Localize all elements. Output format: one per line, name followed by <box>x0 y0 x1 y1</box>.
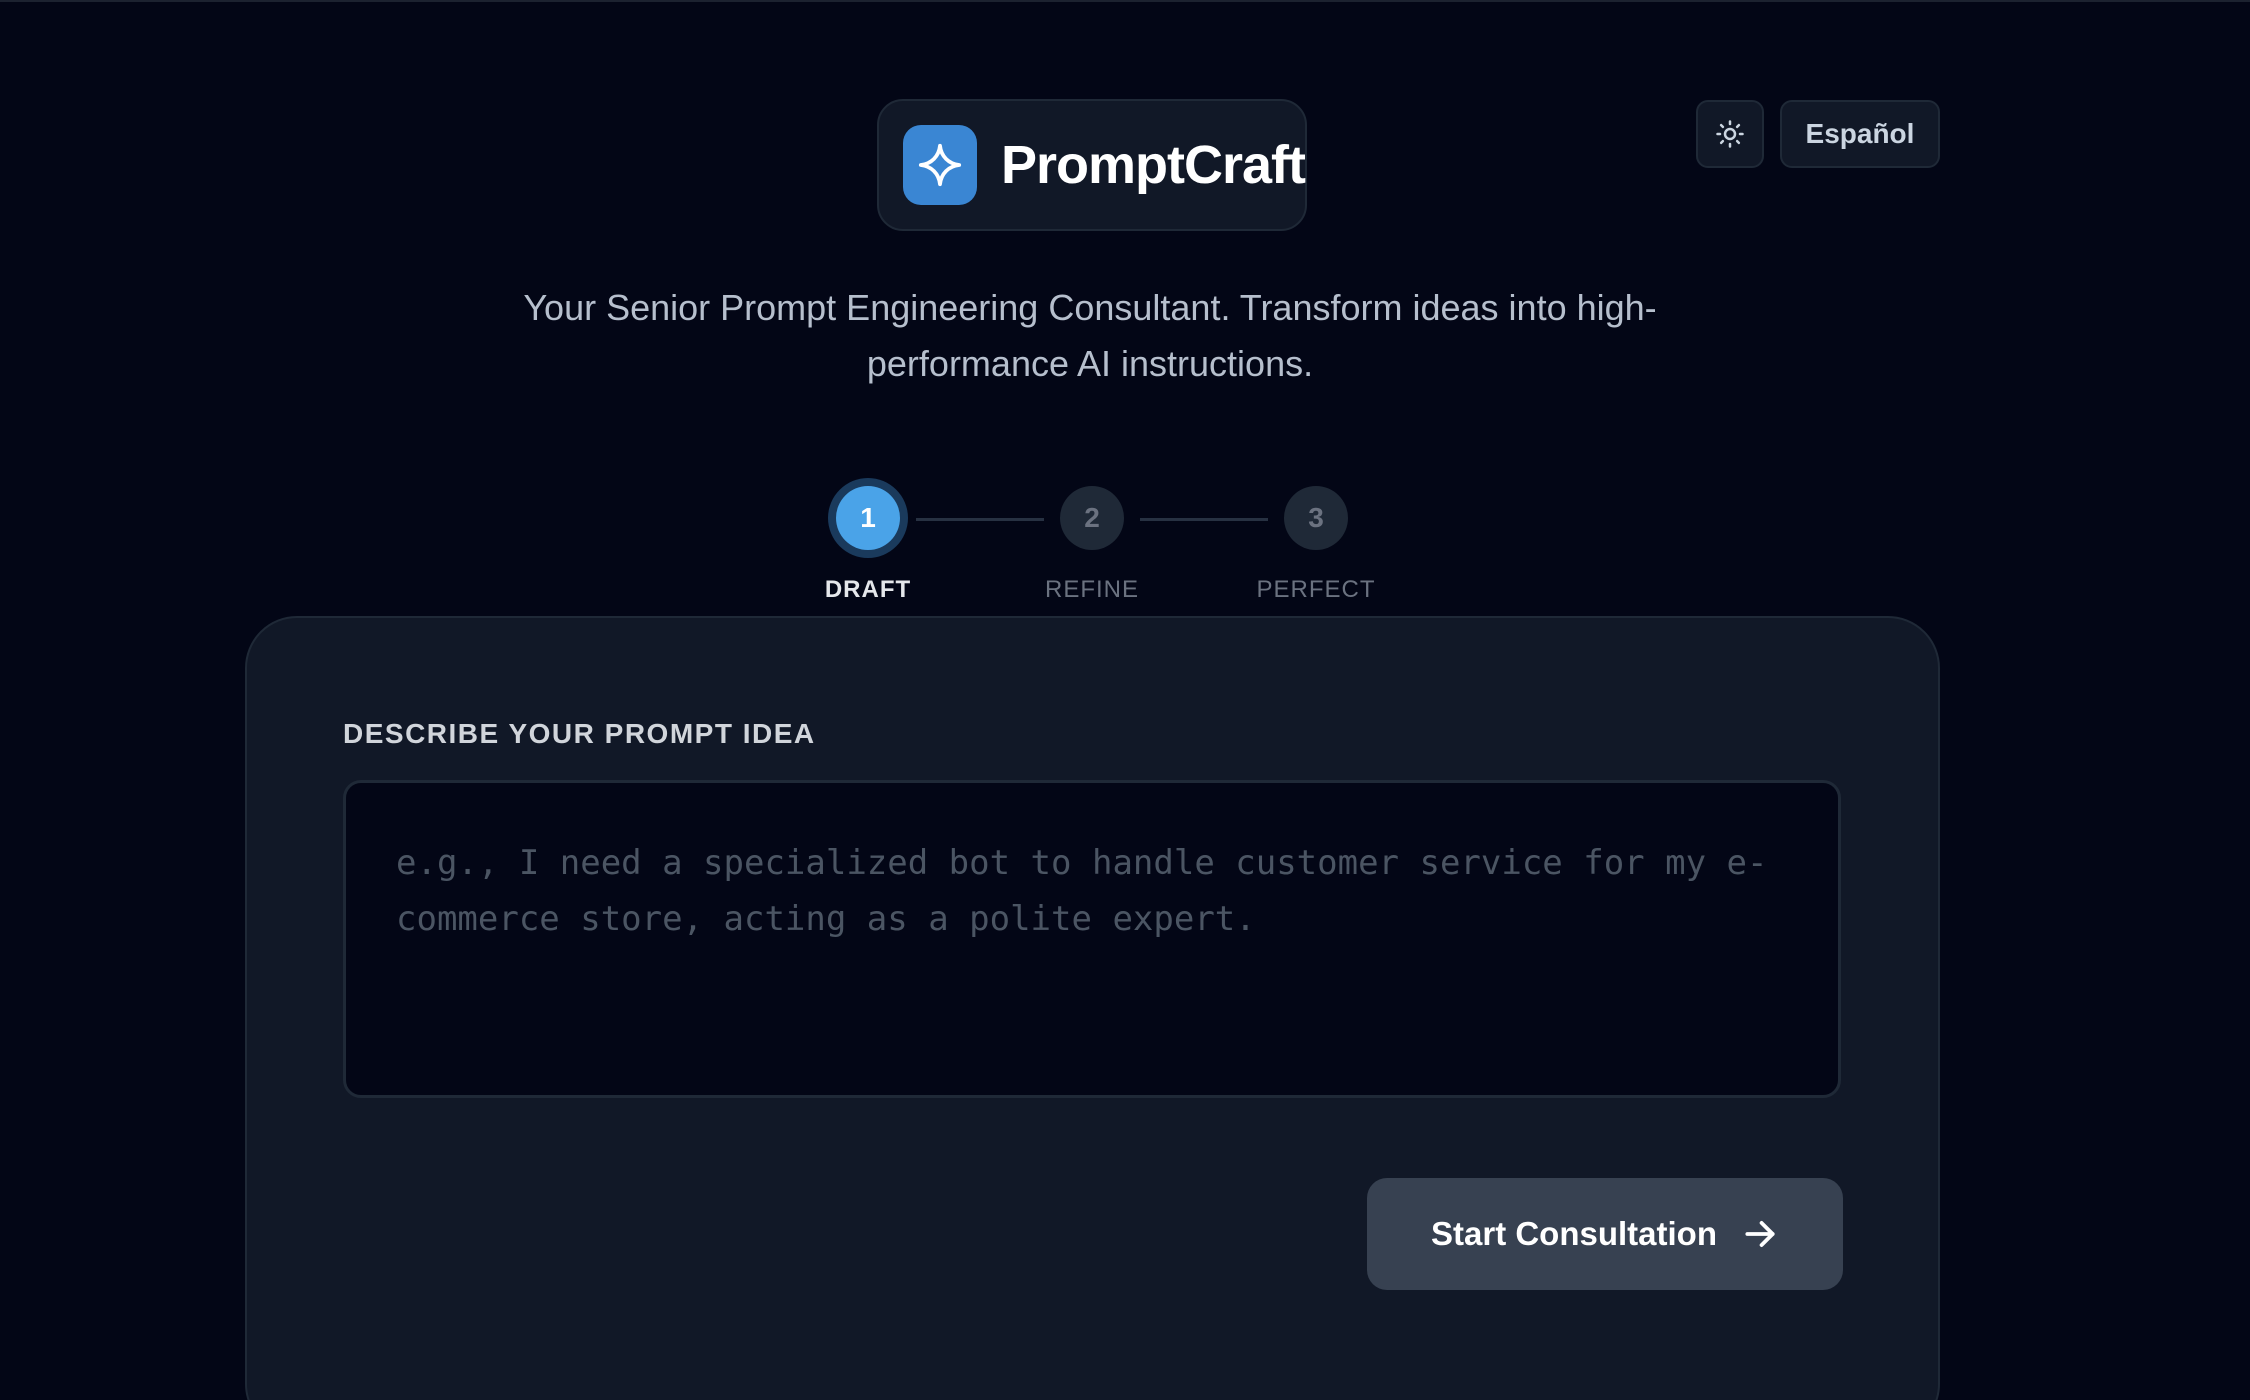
theme-toggle-button[interactable] <box>1696 100 1764 168</box>
prompt-field-label: DESCRIBE YOUR PROMPT IDEA <box>343 718 816 749</box>
app-page: PromptCraft Español Your Senior Prompt E… <box>0 0 2250 1400</box>
prompt-idea-input[interactable] <box>343 780 1841 1098</box>
app-name: PromptCraft <box>1000 135 1306 195</box>
step-label: REFINE <box>1044 576 1139 603</box>
sparkle-icon <box>918 143 962 187</box>
app-logo: PromptCraft <box>877 99 1307 231</box>
step-number: 3 <box>1284 486 1348 550</box>
arrow-right-icon <box>1745 1221 1775 1247</box>
step-number: 2 <box>1060 486 1124 550</box>
start-consultation-button[interactable]: Start Consultation <box>1367 1178 1843 1290</box>
sun-icon <box>1716 120 1744 148</box>
step-refine: 2 REFINE <box>992 486 1192 604</box>
start-consultation-label: Start Consultation <box>1431 1215 1717 1252</box>
step-number: 1 <box>836 486 900 550</box>
language-toggle-button[interactable]: Español <box>1780 100 1940 168</box>
step-perfect: 3 PERFECT <box>1216 486 1416 604</box>
logo-badge <box>903 125 977 205</box>
app-tagline: Your Senior Prompt Engineering Consultan… <box>523 287 1657 384</box>
progress-stepper: 1 DRAFT 2 REFINE 3 PERFECT <box>0 482 2250 604</box>
step-label: PERFECT <box>1256 576 1376 603</box>
step-label: DRAFT <box>824 576 912 603</box>
step-draft: 1 DRAFT <box>768 486 968 604</box>
prompt-card: DESCRIBE YOUR PROMPT IDEA Start Consulta… <box>245 616 1940 1400</box>
